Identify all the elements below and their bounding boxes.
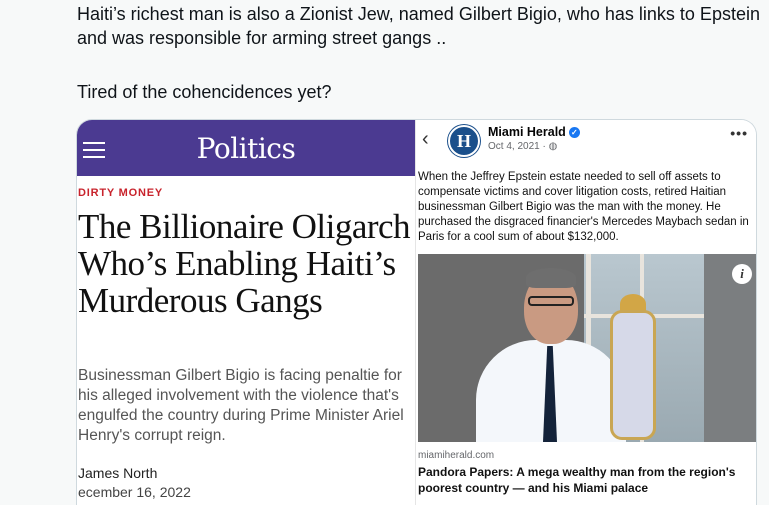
photo-torah-scroll: [610, 310, 656, 440]
article-date: ecember 16, 2022: [78, 484, 191, 500]
politics-article-screenshot: Politics DIRTY MONEY The Billionaire Oli…: [77, 120, 415, 505]
facebook-post-screenshot: ‹ H Miami Herald ✓ Oct 4, 2021 · ◍ ••• Wh…: [415, 120, 756, 505]
tweet-paragraph-1: Haiti’s richest man is also a Zionist Je…: [77, 4, 760, 48]
tweet-paragraph-2: Tired of the cohencidences yet?: [77, 82, 332, 102]
page-avatar: H: [448, 125, 480, 157]
tweet-media-image[interactable]: Politics DIRTY MONEY The Billionaire Oli…: [76, 119, 757, 505]
more-options-icon: •••: [730, 125, 748, 141]
section-banner: Politics: [77, 120, 415, 176]
post-date: Oct 4, 2021 · ◍: [488, 141, 558, 152]
post-photo: i: [418, 254, 756, 442]
info-icon: i: [732, 264, 752, 284]
section-title: Politics: [196, 132, 296, 165]
article-dek: Businessman Gilbert Bigio is facing pena…: [78, 367, 404, 444]
page-name-row: Miami Herald ✓: [488, 125, 580, 139]
link-title: Pandora Papers: A mega wealthy man from …: [418, 465, 736, 495]
page-name: Miami Herald: [488, 125, 566, 139]
link-domain: miamiherald.com: [418, 450, 495, 461]
post-text: When the Jeffrey Epstein estate needed t…: [418, 171, 749, 243]
verified-badge-icon: ✓: [568, 127, 580, 138]
article-kicker: DIRTY MONEY: [78, 187, 163, 199]
back-arrow-icon: ‹: [422, 128, 429, 150]
article-author: James North: [78, 465, 158, 481]
tweet-text: Haiti’s richest man is also a Zionist Je…: [77, 2, 767, 102]
article-headline: The Billionaire Oligarch Who’s Enabling …: [78, 207, 411, 320]
